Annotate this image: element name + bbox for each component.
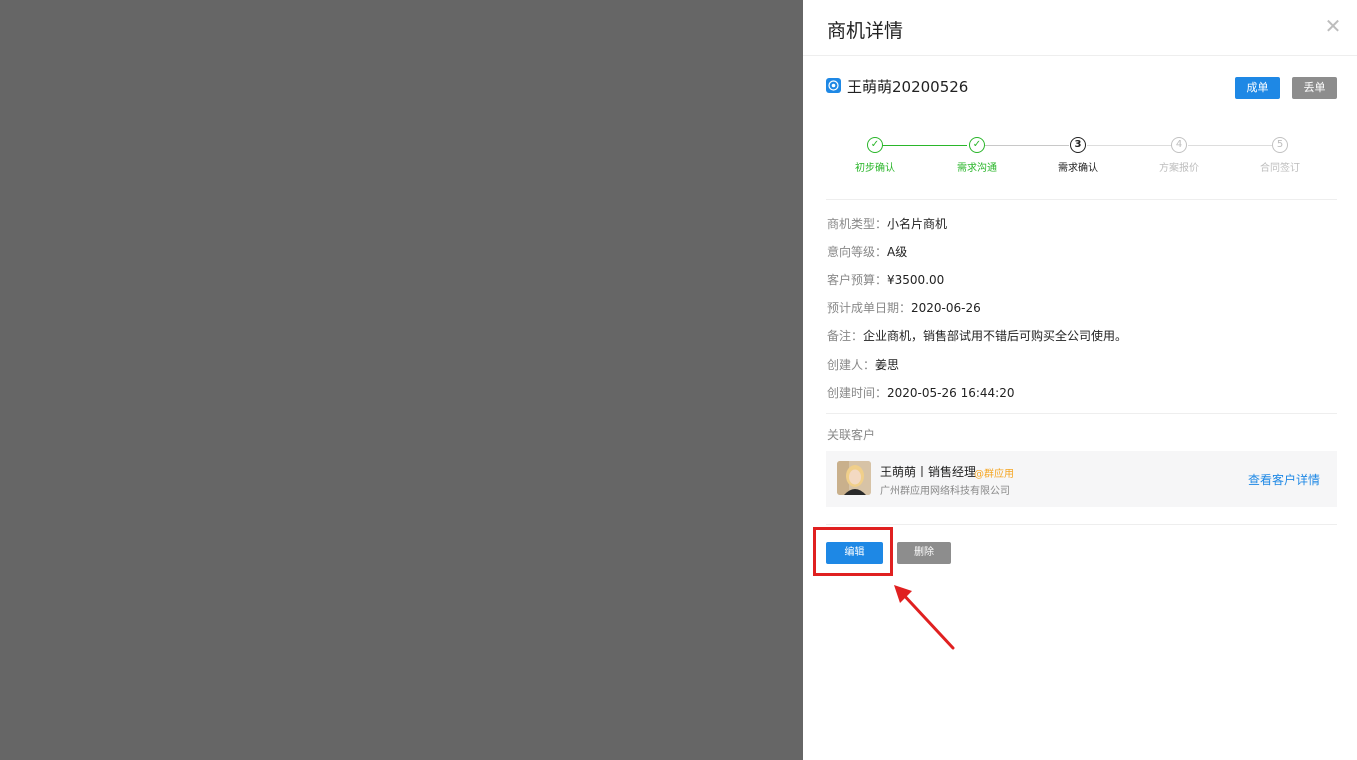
info-key: 意向等级：: [827, 245, 888, 259]
step-5-marker: 5: [1272, 137, 1288, 153]
step-2-check-icon: ✓: [969, 137, 985, 153]
info-key: 创建人：: [827, 358, 876, 372]
info-key: 创建时间：: [827, 386, 888, 400]
opportunity-name: 王萌萌20200526: [847, 78, 969, 96]
customer-name: 王萌萌丨销售经理: [880, 465, 977, 479]
info-value: 姜思: [875, 358, 900, 372]
stage-steps: ✓ 初步确认 ✓ 需求沟通 3 需求确认 4 方案报价 5 合同签订: [826, 134, 1337, 194]
info-created-time: 创建时间：2020-05-26 16:44:20: [827, 384, 1014, 401]
info-intent-level: 意向等级：A级: [827, 243, 907, 260]
info-value: A级: [887, 245, 908, 259]
info-value: 企业商机，销售部试用不错后可购买全公司使用。: [863, 329, 1128, 343]
win-button[interactable]: 成单: [1235, 77, 1280, 99]
divider: [826, 413, 1337, 414]
info-value: 小名片商机: [887, 217, 948, 231]
lose-button[interactable]: 丢单: [1292, 77, 1337, 99]
step-connector: [1087, 145, 1171, 146]
info-opportunity-type: 商机类型：小名片商机: [827, 215, 947, 232]
step-connector: [882, 145, 967, 146]
related-customer-title: 关联客户: [827, 428, 876, 442]
close-icon[interactable]: ✕: [1323, 16, 1343, 36]
modal-overlay[interactable]: [0, 0, 803, 760]
avatar: [837, 461, 871, 495]
customer-company: 广州群应用网络科技有限公司: [880, 486, 1010, 497]
divider: [826, 524, 1337, 525]
info-budget: 客户预算：¥3500.00: [827, 271, 944, 288]
info-key: 客户预算：: [827, 273, 888, 287]
step-4-label: 方案报价: [1159, 163, 1199, 174]
step-4-marker: 4: [1171, 137, 1187, 153]
drawer-title: 商机详情: [827, 20, 904, 42]
info-value: ¥3500.00: [887, 273, 945, 287]
drawer-header: 商机详情 ✕: [803, 0, 1357, 56]
view-customer-detail-link[interactable]: 查看客户详情: [1248, 471, 1320, 488]
opportunity-detail-drawer: 商机详情 ✕ 王萌萌20200526 成单 丢单 ✓ 初步确认 ✓ 需求沟通 3…: [803, 0, 1357, 760]
step-connector: [985, 145, 1069, 146]
step-3-label: 需求确认: [1058, 163, 1098, 174]
step-1-label: 初步确认: [855, 163, 895, 174]
customer-card: 王萌萌丨销售经理 @群应用 广州群应用网络科技有限公司 查看客户详情: [826, 451, 1337, 507]
target-icon: [826, 78, 841, 93]
info-key: 商机类型：: [827, 217, 888, 231]
info-key: 备注：: [827, 329, 864, 343]
step-3-marker: 3: [1070, 137, 1086, 153]
info-expected-close-date: 预计成单日期：2020-06-26: [827, 299, 981, 316]
step-2-label: 需求沟通: [957, 163, 997, 174]
step-1-check-icon: ✓: [867, 137, 883, 153]
step-connector: [1188, 145, 1272, 146]
info-creator: 创建人：姜思: [827, 356, 899, 373]
divider: [826, 199, 1337, 200]
customer-tag: @群应用: [974, 469, 1014, 480]
info-value: 2020-05-26 16:44:20: [887, 386, 1015, 400]
info-remark: 备注：企业商机，销售部试用不错后可购买全公司使用。: [827, 327, 1127, 344]
opportunity-title-row: 王萌萌20200526 成单 丢单: [826, 76, 1337, 100]
annotation-highlight-box: [813, 527, 893, 576]
annotation-arrow-icon: [894, 585, 955, 650]
delete-button[interactable]: 删除: [897, 542, 951, 564]
info-key: 预计成单日期：: [827, 301, 912, 315]
step-5-label: 合同签订: [1260, 163, 1300, 174]
info-value: 2020-06-26: [911, 301, 981, 315]
